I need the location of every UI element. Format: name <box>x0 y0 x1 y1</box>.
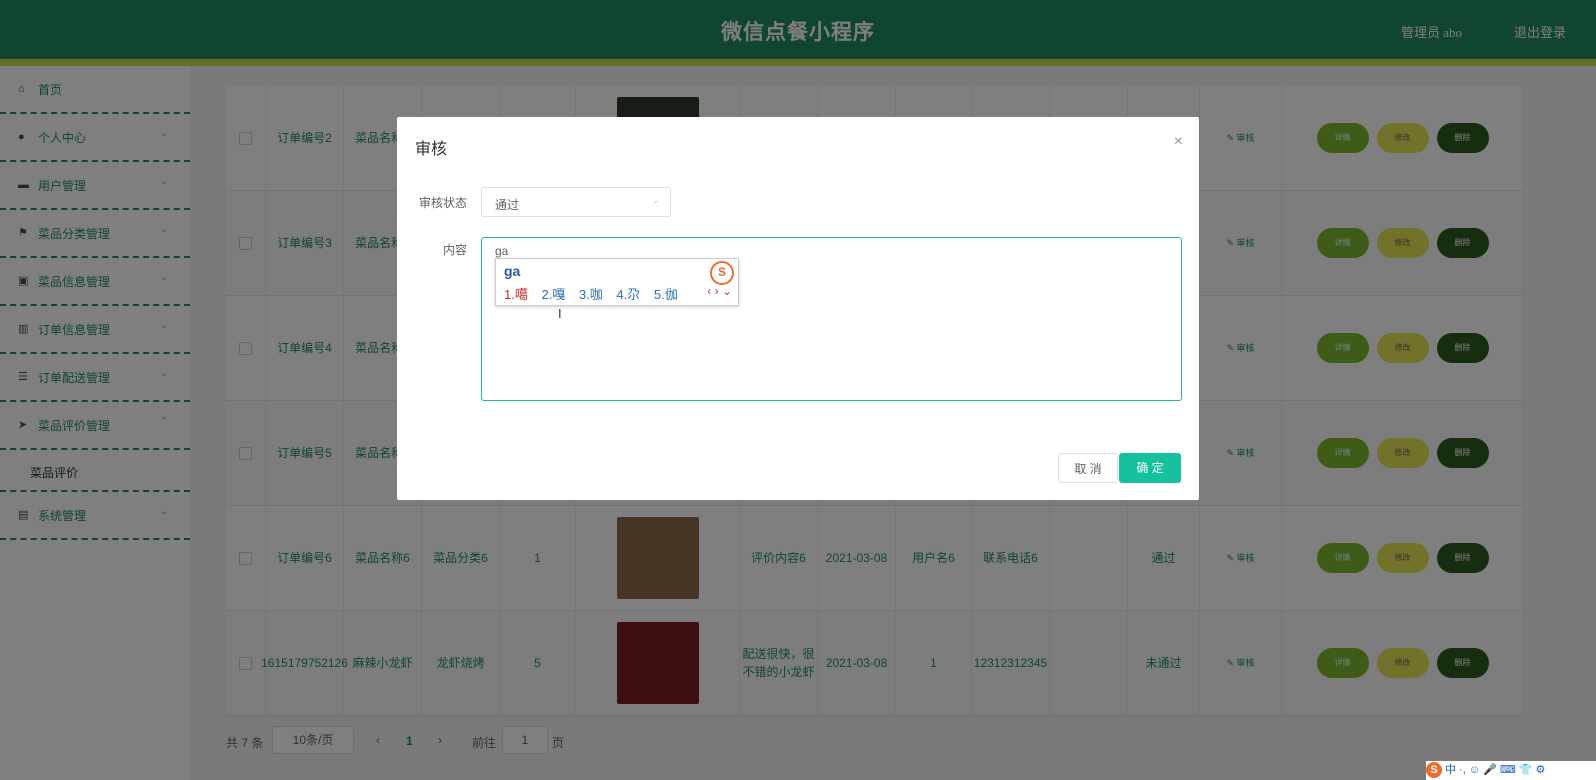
content-typed-text: ga <box>495 244 509 258</box>
status-select-value: 通过 <box>495 198 520 212</box>
ime-candidate[interactable]: 5.伽 <box>654 287 678 302</box>
ime-candidate-window: ga S 1.噶 2.嘎 3.咖 4.尕 5.伽 ‹ › ⌄ <box>495 258 739 306</box>
ime-candidates: 1.噶 2.嘎 3.咖 4.尕 5.伽 <box>504 284 688 303</box>
sogou-logo-icon: S <box>710 261 734 285</box>
status-label: 审核状态 <box>418 196 467 210</box>
confirm-button[interactable]: 确 定 <box>1119 453 1181 483</box>
audit-dialog: 审核 × 审核状态 通过 ⌄ 内容 ga ga S 1.噶 2.嘎 3.咖 4.… <box>397 117 1199 500</box>
tray-status-text: 中 ·, ☺ 🎤 ⌨ 👕 ⚙ <box>1445 764 1546 776</box>
ime-candidate[interactable]: 2.嘎 <box>541 287 565 302</box>
ime-candidate[interactable]: 3.咖 <box>579 287 603 302</box>
chevron-down-icon: ⌄ <box>651 195 660 206</box>
status-select[interactable]: 通过 ⌄ <box>481 187 671 217</box>
close-icon[interactable]: × <box>1174 133 1183 151</box>
ime-candidate[interactable]: 1.噶 <box>504 287 528 302</box>
dialog-title: 审核 <box>415 141 448 158</box>
text-cursor-icon: I <box>558 306 562 321</box>
sogou-tray-icon: S <box>1426 762 1442 778</box>
ime-composition: ga <box>504 263 521 279</box>
ime-candidate[interactable]: 4.尕 <box>616 287 640 302</box>
cancel-button[interactable]: 取 消 <box>1058 453 1118 483</box>
ime-page-nav-icon[interactable]: ‹ › ⌄ <box>707 284 732 298</box>
ime-status-tray[interactable]: S中 ·, ☺ 🎤 ⌨ 👕 ⚙ <box>1426 761 1596 780</box>
content-label: 内容 <box>442 243 467 257</box>
